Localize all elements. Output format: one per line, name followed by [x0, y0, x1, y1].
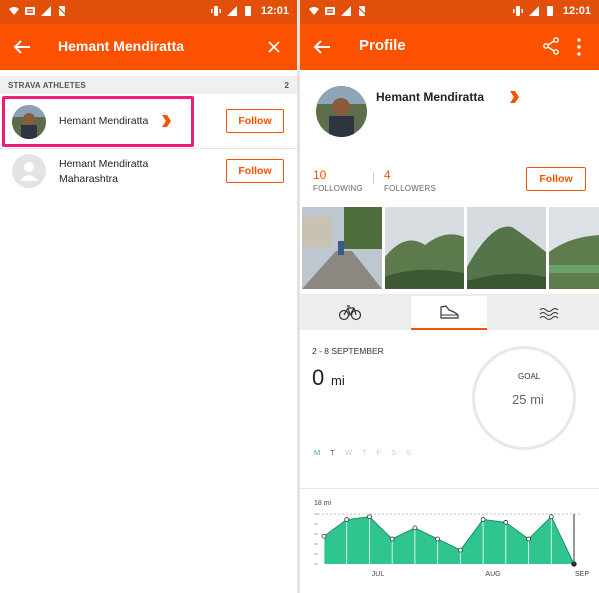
follow-button[interactable]: Follow	[526, 167, 586, 191]
signal-icon	[528, 5, 540, 17]
photo-thumbnail[interactable]	[467, 207, 546, 289]
x-tick-label: SEP	[575, 571, 589, 578]
tab-ride[interactable]	[300, 296, 399, 330]
week-range: 2 - 8 SEPTEMBER	[312, 346, 384, 356]
signal-icon	[40, 5, 52, 17]
back-arrow-icon[interactable]	[310, 35, 334, 59]
back-arrow-icon[interactable]	[10, 35, 34, 59]
shoe-icon	[440, 305, 459, 319]
goal-value: 25 mi	[512, 392, 544, 407]
data-point	[457, 547, 463, 553]
waves-icon	[539, 308, 559, 320]
photo-strip	[300, 207, 599, 289]
signal-icon	[340, 5, 352, 17]
search-input[interactable]	[58, 34, 238, 58]
day-label: T	[361, 448, 367, 457]
share-icon[interactable]	[541, 36, 561, 56]
goal-label: GOAL	[518, 372, 541, 381]
x-tick-label: JUL	[372, 571, 385, 578]
stat-separator	[373, 172, 374, 184]
verified-chevron-icon	[161, 115, 171, 127]
clock: 12:01	[260, 5, 289, 17]
athlete-result-2[interactable]: Hemant Mendiratta Maharashtra Follow	[0, 148, 297, 196]
default-avatar-icon	[12, 154, 46, 188]
athlete-result-1[interactable]: Hemant Mendiratta Follow	[0, 97, 297, 145]
distance-value: 0	[312, 365, 325, 390]
following-label: FOLLOWING	[313, 184, 363, 193]
following-count[interactable]: 10	[313, 168, 326, 182]
lte-icon	[24, 5, 36, 17]
data-point	[435, 536, 441, 542]
weekly-distance-chart[interactable]: 18 mi JUL AUG SEP	[300, 488, 599, 593]
page-title: Profile	[359, 37, 406, 54]
day-label: M	[314, 448, 321, 457]
day-label: S	[406, 448, 412, 457]
distance-unit: mi	[331, 373, 345, 388]
data-point	[367, 514, 372, 520]
data-point	[389, 536, 395, 542]
photo-thumbnail[interactable]	[302, 207, 382, 289]
app-bar: Profile	[300, 24, 599, 70]
section-header: STRAVA ATHLETES 2	[0, 76, 297, 94]
no-sim-icon	[56, 5, 68, 17]
bike-icon	[338, 305, 361, 321]
data-point	[503, 519, 509, 525]
lte-icon	[324, 5, 336, 17]
avatar	[12, 105, 46, 139]
section-title: STRAVA ATHLETES	[8, 81, 86, 90]
battery-icon	[242, 5, 254, 17]
vibrate-icon	[512, 5, 524, 17]
photo-thumbnail[interactable]	[549, 207, 599, 289]
athlete-location: Maharashtra	[59, 173, 118, 185]
day-label: F	[376, 448, 382, 457]
profile-screen: 12:01 Profile Hemant Mendiratta 10 FOLLO…	[300, 0, 599, 593]
tab-swim[interactable]	[499, 296, 599, 330]
status-bar: 12:01	[300, 0, 599, 24]
wifi-icon	[308, 5, 320, 17]
follow-button[interactable]: Follow	[226, 159, 284, 183]
more-options-icon[interactable]	[569, 36, 589, 58]
result-count: 2	[284, 81, 289, 90]
area-chart: 18 mi JUL AUG SEP	[314, 500, 589, 578]
data-point	[548, 514, 554, 520]
athlete-name: Hemant Mendiratta	[59, 115, 149, 127]
close-icon[interactable]	[265, 38, 283, 56]
search-screen: 12:01 STRAVA ATHLETES 2 Hemant Mendiratt…	[0, 0, 297, 593]
status-bar: 12:01	[0, 0, 297, 24]
data-point	[344, 517, 350, 522]
x-tick-label: AUG	[485, 571, 500, 578]
followers-label: FOLLOWERS	[384, 184, 437, 193]
search-bar	[0, 24, 297, 70]
day-label: S	[391, 448, 397, 457]
data-point	[321, 533, 327, 539]
tab-run[interactable]	[411, 296, 487, 330]
battery-icon	[544, 5, 556, 17]
signal-icon	[226, 5, 238, 17]
no-sim-icon	[356, 5, 368, 17]
athlete-name: Hemant Mendiratta	[59, 158, 149, 170]
day-label: W	[344, 448, 352, 457]
verified-chevron-icon	[509, 91, 519, 103]
day-label: T	[330, 448, 335, 457]
photo-thumbnail[interactable]	[385, 207, 464, 289]
data-point	[412, 525, 418, 531]
clock: 12:01	[562, 5, 591, 17]
follow-button[interactable]: Follow	[226, 109, 284, 133]
y-axis-label: 18 mi	[314, 500, 332, 507]
profile-name: Hemant Mendiratta	[376, 90, 485, 104]
data-point	[480, 517, 486, 522]
profile-avatar[interactable]	[316, 86, 367, 137]
series-area	[324, 516, 574, 564]
wifi-icon	[8, 5, 20, 17]
data-point	[526, 536, 531, 542]
vibrate-icon	[210, 5, 222, 17]
followers-count[interactable]: 4	[384, 168, 391, 182]
weekday-row: M T W T F S S	[314, 448, 411, 457]
